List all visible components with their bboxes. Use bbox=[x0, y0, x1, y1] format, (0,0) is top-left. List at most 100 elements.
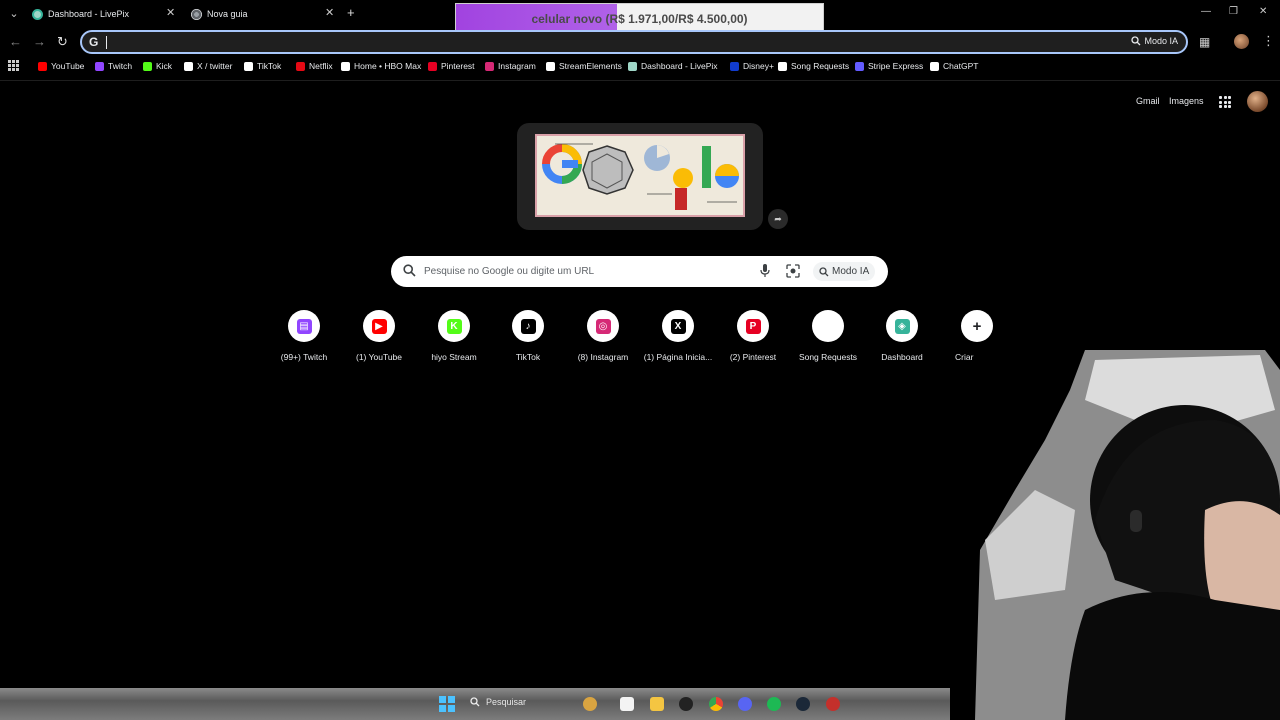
spotify-icon[interactable] bbox=[767, 697, 781, 711]
ai-search-icon bbox=[1131, 36, 1141, 46]
x-icon bbox=[184, 61, 193, 71]
extensions-icon[interactable]: ▦ bbox=[1199, 35, 1210, 49]
tiktok-icon bbox=[244, 61, 253, 71]
microphone-icon[interactable] bbox=[760, 264, 770, 278]
ai-mode-label: Modo IA bbox=[832, 266, 870, 277]
address-bar[interactable]: G Modo IA bbox=[80, 30, 1188, 54]
shortcut-tile[interactable]: ◎ (8) Instagram bbox=[563, 310, 643, 362]
bookmark-label: StreamElements bbox=[559, 61, 622, 71]
shortcut-tile[interactable]: Song Requests bbox=[788, 310, 868, 362]
apps-grid-icon[interactable] bbox=[8, 60, 19, 71]
shortcut-tile[interactable]: ▤ (99+) Twitch bbox=[264, 310, 344, 362]
bookmark-livepix[interactable]: Dashboard - LivePix bbox=[628, 61, 718, 71]
bookmark-label: Song Requests bbox=[791, 61, 850, 71]
account-avatar[interactable] bbox=[1247, 91, 1268, 112]
donation-goal-text: celular novo (R$ 1.971,00/R$ 4.500,00) bbox=[531, 12, 748, 26]
bookmark-youtube[interactable]: YouTube bbox=[38, 61, 84, 71]
minimize-button[interactable]: — bbox=[1201, 6, 1211, 17]
snipping-tool-icon[interactable] bbox=[620, 697, 634, 711]
bookmark-kick[interactable]: Kick bbox=[143, 61, 172, 71]
shortcut-title: Song Requests bbox=[798, 352, 858, 362]
tab-dashboard-livepix[interactable]: Dashboard - LivePix ✕ bbox=[32, 4, 178, 24]
shortcut-tile[interactable]: Khiyo Stream bbox=[414, 310, 494, 362]
tiktok-icon: ♪ bbox=[520, 318, 536, 334]
pinterest-icon bbox=[428, 61, 437, 71]
shortcut-tile[interactable]: ◈ Dashboard bbox=[862, 310, 942, 362]
x-icon: X bbox=[670, 318, 686, 334]
chatgpt-icon bbox=[930, 61, 939, 71]
media-player-icon[interactable] bbox=[826, 697, 840, 711]
bookmark-label: TikTok bbox=[257, 61, 282, 71]
bookmark-twitch[interactable]: Twitch bbox=[95, 61, 132, 71]
search-icon bbox=[403, 264, 416, 277]
ai-mode-button[interactable]: Modo IA bbox=[813, 262, 876, 281]
bookmark-tiktok[interactable]: TikTok bbox=[244, 61, 281, 71]
tab-nova-guia[interactable]: Nova guia ✕ bbox=[191, 4, 337, 24]
windows-taskbar: Pesquisar bbox=[0, 688, 950, 720]
file-explorer-icon[interactable] bbox=[650, 697, 664, 711]
shortcut-icon-circle: ◈ bbox=[886, 310, 918, 342]
tab-search-button[interactable]: ⌄ bbox=[6, 6, 22, 22]
livepix-icon bbox=[32, 8, 43, 20]
gmail-link[interactable]: Gmail bbox=[1136, 96, 1160, 106]
taskbar-search-label: Pesquisar bbox=[486, 697, 527, 707]
bookmark-pinterest[interactable]: Pinterest bbox=[428, 61, 475, 71]
bookmark-label: Netflix bbox=[309, 61, 333, 71]
reload-button[interactable]: ↻ bbox=[57, 34, 68, 50]
close-window-button[interactable]: ✕ bbox=[1259, 6, 1267, 17]
restore-button[interactable]: ❐ bbox=[1229, 6, 1238, 17]
widgets-icon[interactable] bbox=[583, 697, 597, 711]
bookmark-label: Home • HBO Max bbox=[354, 61, 422, 71]
streamer-webcam-image bbox=[975, 350, 1280, 720]
shortcut-tile[interactable]: ♪ TikTok bbox=[488, 310, 568, 362]
discord-icon[interactable] bbox=[738, 697, 752, 711]
bookmark-streamelements[interactable]: StreamElements bbox=[546, 61, 622, 71]
google-search-box[interactable]: Pesquise no Google ou digite um URL Modo… bbox=[391, 256, 888, 287]
images-link[interactable]: Imagens bbox=[1169, 96, 1204, 106]
steam-icon[interactable] bbox=[796, 697, 810, 711]
share-icon[interactable]: ➦ bbox=[768, 209, 788, 229]
google-doodle[interactable] bbox=[535, 134, 745, 217]
bookmark-label: Stripe Express bbox=[868, 61, 924, 71]
chrome-menu-icon[interactable]: ⋮ bbox=[1262, 33, 1275, 49]
bookmark-disney[interactable]: Disney+ bbox=[730, 61, 774, 71]
close-tab-icon[interactable]: ✕ bbox=[166, 6, 175, 19]
bookmark-chatgpt[interactable]: ChatGPT bbox=[930, 61, 978, 71]
shortcut-title: (8) Instagram bbox=[577, 352, 629, 362]
taskbar-search[interactable]: Pesquisar bbox=[470, 697, 526, 707]
chrome-icon[interactable] bbox=[709, 697, 723, 711]
profile-avatar[interactable] bbox=[1234, 34, 1249, 49]
shortcut-title: hiyo Stream bbox=[431, 352, 477, 362]
google-apps-icon[interactable] bbox=[1219, 96, 1231, 108]
back-button[interactable]: ← bbox=[9, 34, 22, 49]
shortcut-tile[interactable]: X (1) Página Inicia... bbox=[638, 310, 718, 362]
bookmark-label: Instagram bbox=[498, 61, 536, 71]
bookmark-label: ChatGPT bbox=[943, 61, 979, 71]
bookmark-x[interactable]: X / twitter bbox=[184, 61, 232, 71]
netflix-icon bbox=[296, 61, 305, 71]
bookmark-label: Dashboard - LivePix bbox=[641, 61, 718, 71]
shortcut-tile[interactable]: P (2) Pinterest bbox=[713, 310, 793, 362]
webcam-overlay bbox=[975, 350, 1280, 720]
bookmark-hbo[interactable]: Home • HBO Max bbox=[341, 61, 421, 71]
shortcut-tile[interactable]: ▶ (1) YouTube bbox=[339, 310, 419, 362]
ai-mode-label: Modo IA bbox=[1144, 36, 1178, 46]
bookmark-netflix[interactable]: Netflix bbox=[296, 61, 333, 71]
search-icon bbox=[470, 697, 480, 707]
instagram-icon: ◎ bbox=[595, 318, 611, 334]
toolbar-divider bbox=[0, 80, 1280, 81]
ai-mode-chip[interactable]: Modo IA bbox=[1131, 36, 1178, 46]
windows-start-icon[interactable] bbox=[439, 696, 455, 712]
shortcut-icon-circle: K bbox=[438, 310, 470, 342]
close-tab-icon[interactable]: ✕ bbox=[325, 6, 334, 19]
livepix-icon: ◈ bbox=[894, 318, 910, 334]
obs-icon[interactable] bbox=[679, 697, 693, 711]
bookmark-song-requests[interactable]: Song Requests bbox=[778, 61, 849, 71]
forward-button[interactable]: → bbox=[33, 34, 46, 49]
bookmark-label: X / twitter bbox=[197, 61, 233, 71]
new-tab-button[interactable]: + bbox=[347, 5, 355, 20]
bookmark-stripe[interactable]: Stripe Express bbox=[855, 61, 923, 71]
bookmark-instagram[interactable]: Instagram bbox=[485, 61, 536, 71]
google-doodle-card[interactable] bbox=[517, 123, 763, 230]
google-lens-icon[interactable] bbox=[786, 264, 800, 278]
